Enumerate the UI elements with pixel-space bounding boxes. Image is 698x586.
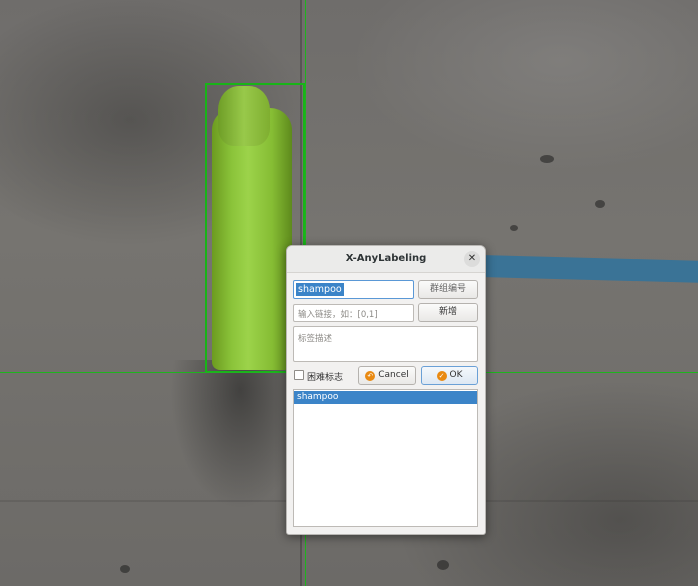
floor-stain <box>540 155 554 163</box>
label-list[interactable]: shampoo <box>293 389 478 527</box>
description-input[interactable]: 标签描述 <box>293 326 478 362</box>
floor-stain <box>120 565 130 573</box>
label-input-value: shampoo <box>296 283 344 296</box>
cancel-button-label: Cancel <box>378 370 409 380</box>
label-input[interactable]: shampoo <box>293 280 414 299</box>
difficult-label: 困难标志 <box>307 373 344 383</box>
group-id-button[interactable]: 群组编号 <box>418 280 478 299</box>
floor-stain <box>595 200 605 208</box>
cancel-button[interactable]: ↶ Cancel <box>358 366 416 385</box>
floor-stain <box>510 225 518 231</box>
ok-button[interactable]: ✓ OK <box>421 366 478 385</box>
floor-tape <box>479 254 698 284</box>
list-item[interactable]: shampoo <box>294 391 477 404</box>
add-button[interactable]: 新增 <box>418 303 478 322</box>
dialog-title: X-AnyLabeling <box>345 253 427 264</box>
close-icon: ✕ <box>467 253 477 264</box>
link-input[interactable]: 输入链接，如：[0,1] <box>293 304 414 322</box>
close-button[interactable]: ✕ <box>464 251 480 267</box>
link-input-placeholder: 输入链接，如：[0,1] <box>298 310 378 320</box>
ok-icon: ✓ <box>436 371 447 381</box>
description-placeholder: 标签描述 <box>298 334 333 344</box>
dialog-titlebar[interactable]: X-AnyLabeling ✕ <box>287 246 485 273</box>
label-dialog: X-AnyLabeling ✕ shampoo 群组编号 输入链接，如：[0,1… <box>286 245 486 535</box>
cancel-icon: ↶ <box>365 371 376 381</box>
floor-stain <box>437 560 449 570</box>
difficult-checkbox[interactable] <box>294 370 304 380</box>
ok-button-label: OK <box>449 370 463 380</box>
